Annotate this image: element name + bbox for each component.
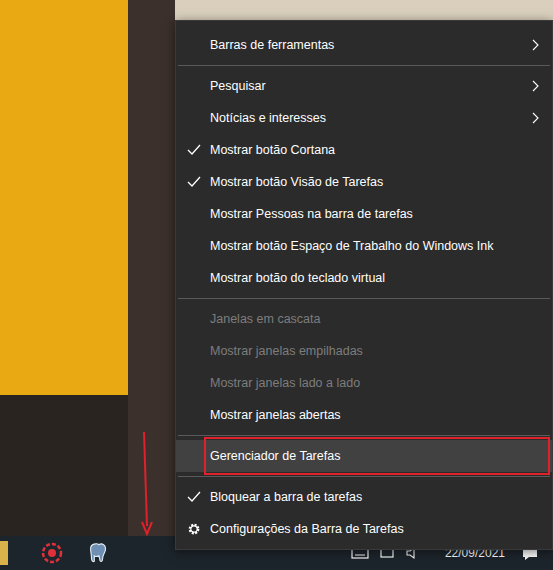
app-icon[interactable] (0, 541, 8, 565)
menu-item[interactable]: Mostrar botão Cortana (176, 134, 552, 166)
menu-item-label: Mostrar botão Visão de Tarefas (210, 175, 540, 189)
menu-item: Mostrar janelas lado a lado (176, 367, 552, 399)
check-icon (187, 176, 201, 188)
menu-item[interactable]: Configurações da Barra de Tarefas (176, 513, 552, 545)
gear-icon (187, 522, 201, 536)
context-menu: Barras de ferramentas Pesquisar Notícias e… (175, 20, 553, 550)
menu-item[interactable]: Mostrar Pessoas na barra de tarefas (176, 198, 552, 230)
menu-item-label: Mostrar botão do teclado virtual (210, 271, 540, 285)
menu-item-label: Mostrar Pessoas na barra de tarefas (210, 207, 540, 221)
menu-item[interactable]: Bloquear a barra de tarefas (176, 481, 552, 513)
menu-item[interactable]: Mostrar botão Visão de Tarefas (176, 166, 552, 198)
sync-app-icon[interactable] (40, 541, 64, 565)
check-icon (187, 144, 201, 156)
menu-item-label: Pesquisar (210, 79, 532, 93)
annotation-box (204, 437, 550, 475)
menu-separator (178, 61, 550, 70)
chevron-right-icon (532, 39, 540, 51)
menu-item-label: Mostrar botão Espaço de Trabalho do Wind… (210, 239, 540, 253)
menu-separator (178, 294, 550, 303)
annotation-arrow-icon (136, 430, 156, 540)
menu-item-label: Barras de ferramentas (210, 38, 532, 52)
desktop: 22/09/2021Barras de ferramentasPesquisar… (0, 0, 553, 570)
menu-item[interactable]: Mostrar janelas abertas (176, 399, 552, 431)
check-icon (187, 491, 201, 503)
menu-item-label: Gerenciador de Tarefas (210, 449, 540, 463)
menu-item-label: Mostrar botão Cortana (210, 143, 540, 157)
menu-separator (178, 431, 550, 440)
menu-item-label: Bloquear a barra de tarefas (210, 490, 540, 504)
menu-item[interactable]: Gerenciador de Tarefas (176, 440, 552, 472)
menu-item-label: Janelas em cascata (210, 312, 540, 326)
menu-item[interactable]: Mostrar botão do teclado virtual (176, 262, 552, 294)
menu-item[interactable]: Pesquisar (176, 70, 552, 102)
menu-separator (178, 472, 550, 481)
menu-item[interactable]: Notícias e interesses (176, 102, 552, 134)
menu-item: Mostrar janelas empilhadas (176, 335, 552, 367)
chevron-right-icon (532, 80, 540, 92)
menu-item-label: Configurações da Barra de Tarefas (210, 522, 540, 536)
menu-item-label: Mostrar janelas empilhadas (210, 344, 540, 358)
chevron-right-icon (532, 112, 540, 124)
menu-item[interactable]: Barras de ferramentas (176, 29, 552, 61)
menu-item[interactable]: Mostrar botão Espaço de Trabalho do Wind… (176, 230, 552, 262)
menu-item-label: Notícias e interesses (210, 111, 532, 125)
menu-item-label: Mostrar janelas lado a lado (210, 376, 540, 390)
menu-item: Janelas em cascata (176, 303, 552, 335)
elephant-icon[interactable] (86, 541, 110, 565)
menu-item-label: Mostrar janelas abertas (210, 408, 540, 422)
